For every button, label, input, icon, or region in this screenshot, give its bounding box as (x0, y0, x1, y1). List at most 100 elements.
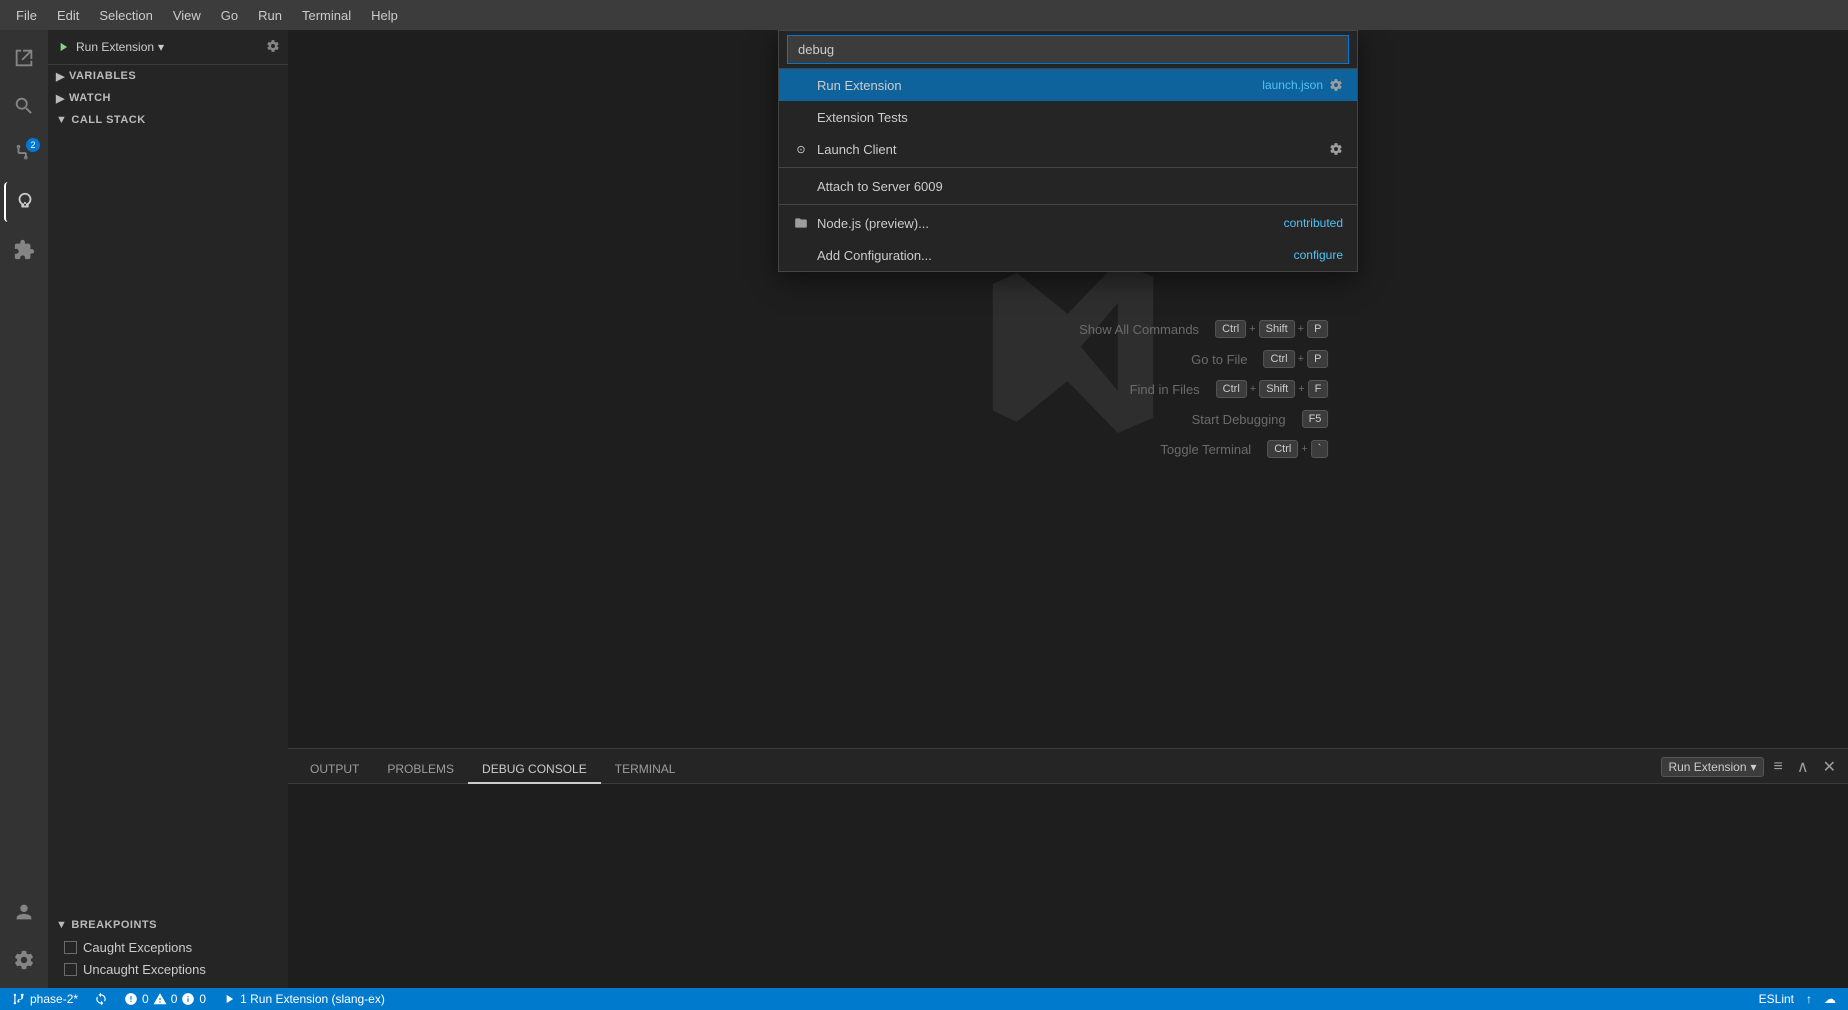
activity-source-control[interactable]: 2 (4, 134, 44, 174)
key-ctrl: Ctrl (1215, 320, 1246, 338)
shortcuts-overlay: Show All Commands Ctrl + Shift + P Go to… (1039, 320, 1328, 458)
key-p: P (1307, 320, 1328, 338)
info-icon (181, 992, 195, 1006)
command-input-wrapper (779, 31, 1357, 69)
variables-header[interactable]: ▶ VARIABLES (48, 65, 288, 87)
shortcut-show-commands-keys: Ctrl + Shift + P (1215, 320, 1328, 338)
call-stack-label: CALL STACK (71, 114, 145, 126)
watch-header[interactable]: ▶ WATCH (48, 87, 288, 109)
command-attach-server-label: Attach to Server 6009 (817, 179, 1335, 194)
shortcut-show-commands-label: Show All Commands (1039, 322, 1199, 337)
command-item-nodejs[interactable]: Node.js (preview)... contributed (779, 207, 1357, 239)
run-dropdown-icon: ▾ (158, 40, 164, 54)
status-eslint[interactable]: ESLint (1755, 992, 1798, 1006)
panel-content (288, 784, 1848, 988)
status-run[interactable]: 1 Run Extension (slang-ex) (218, 992, 389, 1006)
key-p-2: P (1307, 350, 1328, 368)
launch-json-link[interactable]: launch.json (1262, 78, 1323, 92)
key-f5: F5 (1302, 410, 1329, 428)
shortcut-start-debugging: Start Debugging F5 (1039, 410, 1328, 428)
status-errors[interactable]: 0 0 0 (120, 992, 210, 1006)
run-extension-gear-icon[interactable] (1329, 78, 1343, 92)
command-input[interactable] (787, 35, 1349, 64)
command-nodejs-label: Node.js (preview)... (817, 216, 1276, 231)
status-right: ESLint ↑ ☁ (1755, 992, 1840, 1006)
caught-exceptions-checkbox[interactable] (64, 941, 77, 954)
status-branch[interactable]: phase-2* (8, 992, 82, 1006)
menu-edit[interactable]: Edit (49, 4, 87, 27)
command-item-launch-client[interactable]: ⊙ Launch Client (779, 133, 1357, 165)
menu-selection[interactable]: Selection (91, 4, 160, 27)
panel-collapse-button[interactable]: ∧ (1793, 755, 1813, 779)
debug-toolbar: Run Extension ▾ (48, 30, 288, 65)
status-upload[interactable]: ↑ (1802, 992, 1816, 1006)
shortcut-find-in-files-keys: Ctrl + Shift + F (1216, 380, 1329, 398)
configure-link[interactable]: configure (1294, 248, 1343, 262)
command-item-run-extension[interactable]: Run Extension launch.json (779, 69, 1357, 101)
extension-tests-icon (793, 109, 809, 125)
activity-debug[interactable] (4, 182, 44, 222)
main-layout: 2 Run Extension ▾ (0, 30, 1848, 988)
panel-tab-actions: Run Extension ▾ ≡ ∧ ✕ (1661, 755, 1840, 783)
activity-search[interactable] (4, 86, 44, 126)
call-stack-header[interactable]: ▼ CALL STACK (48, 109, 288, 131)
breakpoints-label: BREAKPOINTS (71, 919, 157, 931)
uncaught-exceptions-checkbox[interactable] (64, 963, 77, 976)
status-sync[interactable] (90, 992, 112, 1006)
sync-icon (94, 992, 108, 1006)
menu-terminal[interactable]: Terminal (294, 4, 359, 27)
status-branch-name: phase-2* (30, 992, 78, 1006)
menu-run[interactable]: Run (250, 4, 290, 27)
breakpoints-header[interactable]: ▼ BREAKPOINTS (48, 914, 288, 936)
cursor-indicator: ⊙ (796, 143, 805, 156)
menu-file[interactable]: File (8, 4, 45, 27)
menu-view[interactable]: View (165, 4, 209, 27)
command-item-extension-tests[interactable]: Extension Tests (779, 101, 1357, 133)
nodejs-folder-icon (793, 215, 809, 231)
shortcut-go-to-file-keys: Ctrl + P (1264, 350, 1329, 368)
panel-tab-terminal[interactable]: TERMINAL (601, 756, 690, 784)
sidebar-spacer (48, 131, 288, 906)
content-area: Show All Commands Ctrl + Shift + P Go to… (288, 30, 1848, 988)
activity-bottom (4, 892, 44, 980)
key-ctrl-2: Ctrl (1264, 350, 1295, 368)
panel-tabs: OUTPUT PROBLEMS DEBUG CONSOLE TERMINAL R… (288, 749, 1848, 784)
activity-explorer[interactable] (4, 38, 44, 78)
run-extension-button[interactable]: Run Extension ▾ (76, 40, 164, 54)
activity-settings[interactable] (4, 940, 44, 980)
panel-run-dropdown[interactable]: Run Extension ▾ (1661, 757, 1763, 777)
shortcut-go-to-file: Go to File Ctrl + P (1039, 350, 1328, 368)
command-item-add-config[interactable]: Add Configuration... configure (779, 239, 1357, 271)
panel-tab-debug-console[interactable]: DEBUG CONSOLE (468, 756, 601, 784)
panel-close-button[interactable]: ✕ (1819, 755, 1840, 779)
launch-client-gear-icon[interactable] (1329, 142, 1343, 156)
panel-layout-button[interactable]: ≡ (1770, 756, 1787, 778)
caught-exceptions-item[interactable]: Caught Exceptions (48, 936, 288, 958)
command-add-config-right: configure (1294, 248, 1343, 262)
watch-section: ▶ WATCH (48, 87, 288, 109)
activity-account[interactable] (4, 892, 44, 932)
shortcut-toggle-terminal-label: Toggle Terminal (1091, 442, 1251, 457)
debug-config-button[interactable] (266, 39, 280, 56)
menu-help[interactable]: Help (363, 4, 406, 27)
command-item-attach-server[interactable]: Attach to Server 6009 (779, 170, 1357, 202)
variables-chevron: ▶ (56, 70, 65, 83)
panel-tab-problems[interactable]: PROBLEMS (373, 756, 468, 784)
launch-client-icon: ⊙ (793, 141, 809, 157)
activity-extensions[interactable] (4, 230, 44, 270)
panel-dropdown-chevron: ▾ (1751, 760, 1757, 774)
source-control-badge: 2 (26, 138, 40, 152)
uncaught-exceptions-item[interactable]: Uncaught Exceptions (48, 958, 288, 980)
panel-tab-output[interactable]: OUTPUT (296, 756, 373, 784)
key-shift: Shift (1259, 320, 1295, 338)
menu-go[interactable]: Go (213, 4, 246, 27)
uncaught-exceptions-label: Uncaught Exceptions (83, 962, 206, 977)
status-error-count: 0 (142, 992, 149, 1006)
status-eslint-label: ESLint (1759, 992, 1794, 1006)
variables-section: ▶ VARIABLES (48, 65, 288, 87)
status-cloud[interactable]: ☁ (1820, 992, 1840, 1006)
command-palette[interactable]: Run Extension launch.json Extension Test… (778, 30, 1358, 272)
shortcut-find-in-files-label: Find in Files (1040, 382, 1200, 397)
contributed-link[interactable]: contributed (1284, 216, 1343, 230)
status-info-count: 0 (199, 992, 206, 1006)
